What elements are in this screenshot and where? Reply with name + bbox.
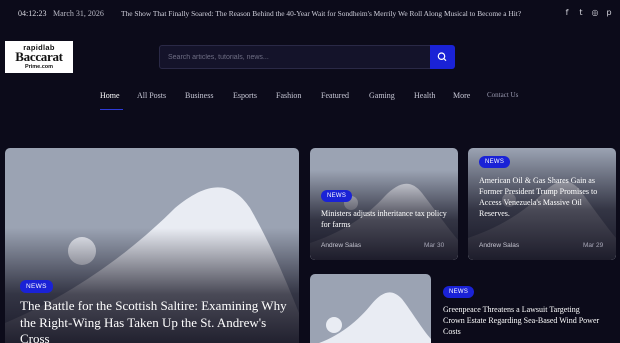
search-input[interactable] bbox=[160, 46, 430, 69]
nav-active-indicator bbox=[100, 109, 123, 110]
featured-card[interactable]: NEWS The Battle for the Scottish Saltire… bbox=[5, 148, 299, 343]
nav-esports[interactable]: Esports bbox=[233, 91, 257, 100]
site-logo[interactable]: rapidlab Baccarat Prime.com bbox=[5, 41, 73, 73]
nav-all-posts[interactable]: All Posts bbox=[137, 91, 166, 100]
nav-featured[interactable]: Featured bbox=[321, 91, 349, 100]
clock: 04:12:23 bbox=[18, 9, 47, 18]
facebook-icon[interactable]: f bbox=[562, 8, 572, 18]
category-badge[interactable]: NEWS bbox=[20, 280, 53, 293]
search-icon bbox=[437, 52, 447, 62]
article-card[interactable]: NEWS Ministers adjusts inheritance tax p… bbox=[310, 148, 458, 260]
nav-health[interactable]: Health bbox=[414, 91, 435, 100]
pinterest-icon[interactable]: p bbox=[604, 8, 614, 18]
article-card[interactable]: NEWS American Oil & Gas Shares Gain as F… bbox=[468, 148, 616, 260]
news-ticker[interactable]: The Show That Finally Soared: The Reason… bbox=[121, 9, 521, 18]
nav-more[interactable]: More bbox=[453, 91, 470, 100]
card-author[interactable]: Andrew Salas bbox=[321, 242, 361, 249]
logo-line-3: Prime.com bbox=[24, 64, 54, 70]
nav-business[interactable]: Business bbox=[185, 91, 213, 100]
card-date: Mar 30 bbox=[424, 242, 445, 249]
logo-line-2: Baccarat bbox=[15, 49, 63, 64]
article-thumbnail[interactable] bbox=[310, 274, 431, 343]
search-button[interactable] bbox=[430, 45, 455, 69]
instagram-icon[interactable]: ◎ bbox=[590, 8, 600, 18]
nav-home[interactable]: Home bbox=[100, 91, 120, 100]
card-title[interactable]: American Oil & Gas Shares Gain as Former… bbox=[479, 175, 609, 219]
nav-fashion[interactable]: Fashion bbox=[276, 91, 301, 100]
card-date: Mar 29 bbox=[583, 242, 604, 249]
card-title[interactable]: Greenpeace Threatens a Lawsuit Targeting… bbox=[443, 304, 603, 337]
nav-contact-us[interactable]: Contact Us bbox=[487, 91, 518, 99]
card-title[interactable]: The Battle for the Scottish Saltire: Exa… bbox=[20, 298, 290, 343]
category-badge[interactable]: NEWS bbox=[443, 286, 475, 298]
card-title[interactable]: Ministers adjusts inheritance tax policy… bbox=[321, 208, 451, 230]
card-author[interactable]: Andrew Salas bbox=[479, 242, 519, 249]
nav-gaming[interactable]: Gaming bbox=[369, 91, 395, 100]
search-box bbox=[159, 45, 431, 69]
image-placeholder bbox=[319, 292, 431, 343]
twitter-icon[interactable]: t bbox=[576, 8, 586, 18]
category-badge[interactable]: NEWS bbox=[479, 156, 511, 168]
top-bar: 04:12:23 March 31, 2026 The Show That Fi… bbox=[0, 0, 620, 30]
category-badge[interactable]: NEWS bbox=[321, 190, 353, 202]
current-date: March 31, 2026 bbox=[53, 9, 104, 18]
